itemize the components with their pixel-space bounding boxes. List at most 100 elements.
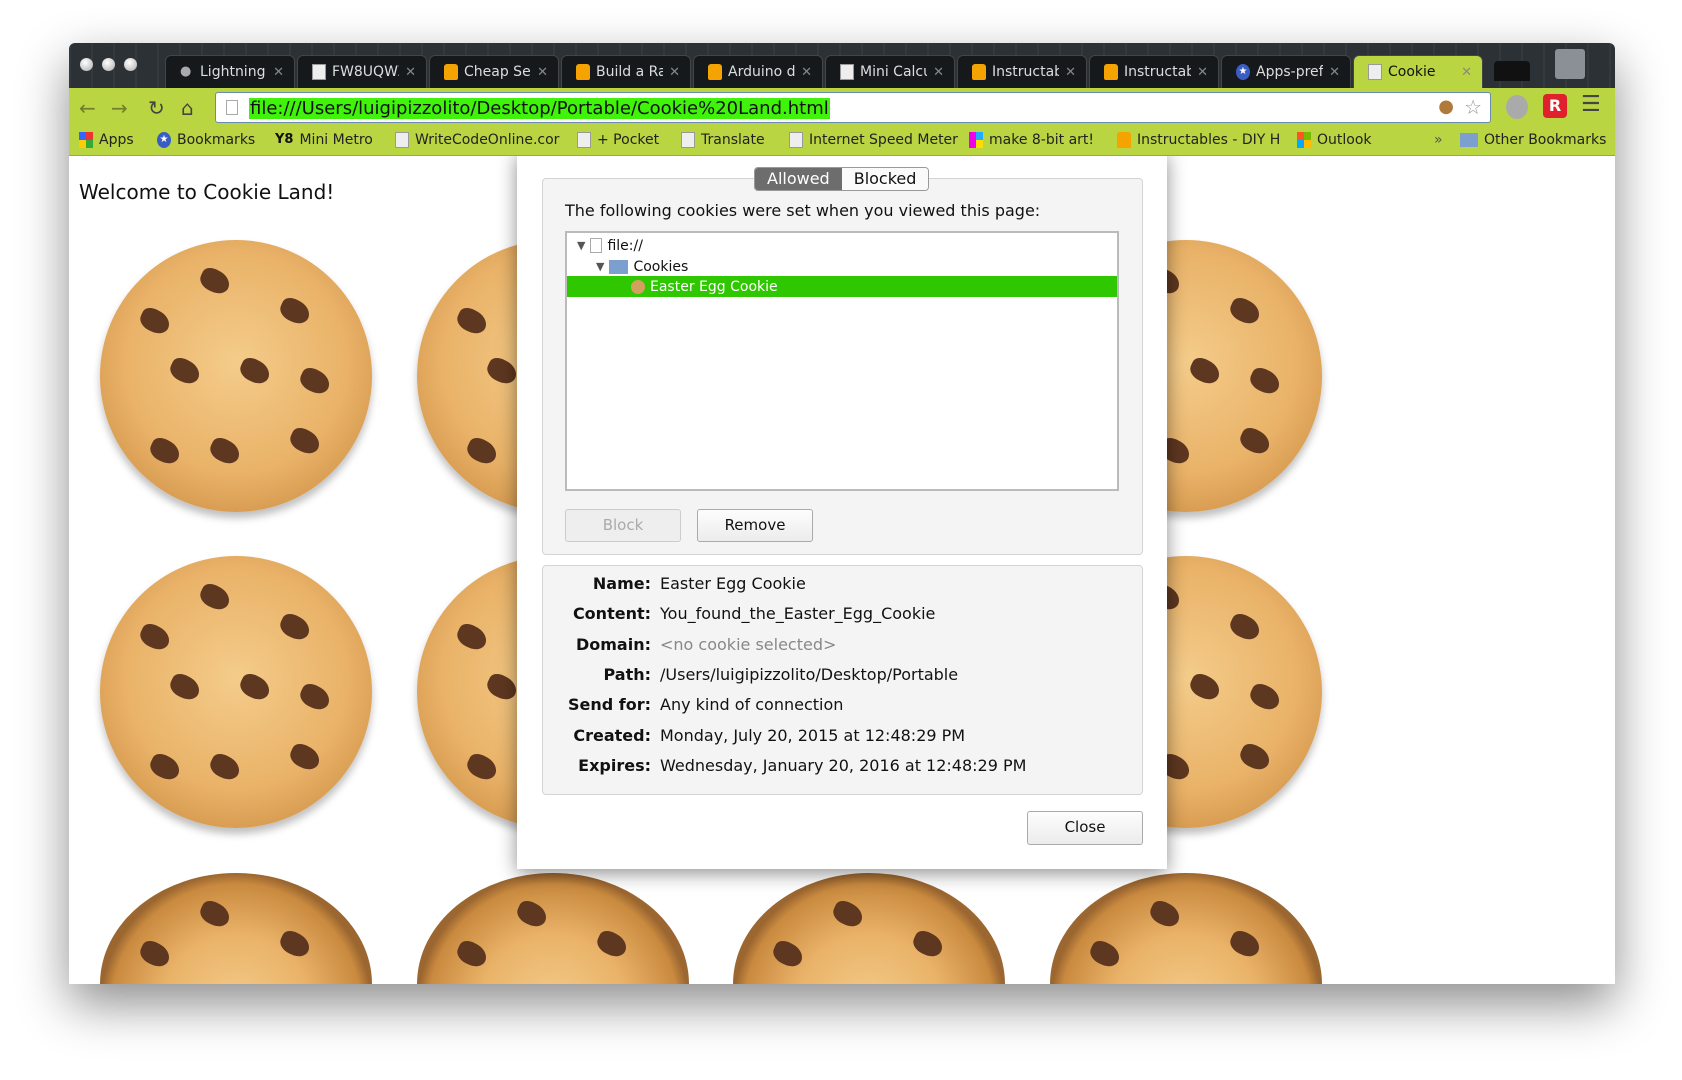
detail-value: Monday, July 20, 2015 at 12:48:29 PM	[660, 725, 966, 745]
blocked-cookie-icon[interactable]: ●	[1438, 96, 1454, 117]
chocolate-chip	[1226, 610, 1264, 644]
bookmarks-bar: Apps ★ Bookmarks Y8 Mini Metro WriteCodeOnlin…	[69, 126, 1615, 156]
tab[interactable]: Instructabl ✕	[1089, 55, 1219, 88]
close-tab-icon[interactable]: ✕	[1197, 65, 1208, 80]
cookies-panel: The following cookies were set when you …	[542, 178, 1143, 555]
bookmark-item[interactable]: + Pocket	[577, 132, 659, 148]
detail-value: Any kind of connection	[660, 695, 844, 715]
address-bar[interactable]: file:///Users/luigipizzolito/Desktop/Por…	[215, 92, 1491, 123]
tab-title: Instructabl	[1124, 64, 1192, 80]
cookie-image	[100, 240, 372, 512]
tab-title: Build a Ran	[596, 64, 664, 80]
bookmark-label: Outlook	[1317, 132, 1372, 148]
close-tab-icon[interactable]: ✕	[1065, 65, 1076, 80]
new-tab-button[interactable]	[1494, 61, 1530, 81]
tab[interactable]: Mini Calcu ✕	[825, 55, 955, 88]
minimize-window-button[interactable]	[102, 58, 115, 71]
tab-title: Arduino de	[728, 64, 796, 80]
expand-triangle-icon[interactable]: ▼	[577, 239, 585, 252]
url-text[interactable]: file:///Users/luigipizzolito/Desktop/Por…	[249, 98, 830, 119]
chocolate-chip	[236, 670, 274, 704]
other-bookmarks[interactable]: Other Bookmarks	[1460, 132, 1606, 148]
close-tab-icon[interactable]: ✕	[405, 65, 416, 80]
tab-title: Mini Calcu	[860, 64, 928, 80]
cookie-image	[733, 873, 1005, 984]
bookmark-label: Apps	[99, 132, 134, 148]
tab[interactable]: ● Lightning t ✕	[165, 55, 295, 88]
tab[interactable]: Build a Ran ✕	[561, 55, 691, 88]
adblock-hand-icon[interactable]	[1506, 95, 1528, 119]
instructables-robot-icon	[1117, 132, 1131, 148]
chocolate-chip	[513, 897, 551, 931]
chocolate-chip	[909, 927, 947, 961]
apple-icon: ●	[180, 64, 192, 79]
bookmark-item[interactable]: WriteCodeOnline.cor	[395, 132, 559, 148]
page-icon	[681, 132, 695, 148]
cookie-image	[417, 873, 689, 984]
tab-allowed[interactable]: Allowed	[755, 168, 842, 190]
tab[interactable]: Arduino de ✕	[693, 55, 823, 88]
windows-logo-icon	[1297, 132, 1311, 148]
bookmarks-overflow-button[interactable]: »	[1434, 132, 1443, 148]
bookmark-item[interactable]: Instructables - DIY H	[1117, 132, 1280, 148]
remove-button[interactable]: Remove	[697, 509, 813, 542]
tree-cookie-label: Easter Egg Cookie	[650, 278, 778, 295]
tab-blocked[interactable]: Blocked	[841, 168, 929, 190]
tab[interactable]: Cookie ✕	[1353, 55, 1483, 88]
avira-extension-icon[interactable]: R	[1543, 94, 1567, 118]
chocolate-chip	[276, 610, 314, 644]
close-button[interactable]: Close	[1027, 811, 1143, 845]
bookmark-item[interactable]: Apps	[79, 132, 134, 148]
cookie-image	[100, 556, 372, 828]
close-tab-icon[interactable]: ✕	[933, 65, 944, 80]
tab[interactable]: ★ Apps-pref ✕	[1221, 55, 1351, 88]
tab[interactable]: Cheap Sen ✕	[429, 55, 559, 88]
close-tab-icon[interactable]: ✕	[801, 65, 812, 80]
detail-label: Expires:	[578, 755, 651, 775]
bookmark-item[interactable]: Y8 Mini Metro	[275, 132, 373, 148]
apps-grid-icon	[79, 132, 93, 148]
chocolate-chip	[296, 680, 334, 714]
reload-button[interactable]: ↻	[148, 96, 165, 120]
forward-button[interactable]: →	[111, 96, 128, 120]
tab[interactable]: Instructabl ✕	[957, 55, 1087, 88]
detail-row: Path: /Users/luigipizzolito/Desktop/Porta…	[543, 665, 1142, 695]
bookmark-item[interactable]: Translate	[681, 132, 765, 148]
block-button[interactable]: Block	[565, 509, 681, 542]
tree-row-cookie[interactable]: Easter Egg Cookie	[567, 276, 1117, 297]
chocolate-chip	[483, 670, 521, 704]
close-tab-icon[interactable]: ✕	[1461, 65, 1472, 80]
page-icon	[395, 132, 409, 148]
close-tab-icon[interactable]: ✕	[669, 65, 680, 80]
cookie-tree[interactable]: ▼ file:// ▼ Cookies Easter Egg Cookie	[565, 231, 1119, 491]
bookmark-label: WriteCodeOnline.cor	[415, 132, 560, 148]
bookmark-item[interactable]: Outlook	[1297, 132, 1372, 148]
bookmark-item[interactable]: Internet Speed Meter	[789, 132, 958, 148]
close-tab-icon[interactable]: ✕	[273, 65, 284, 80]
close-tab-icon[interactable]: ✕	[1329, 65, 1340, 80]
bookmark-item[interactable]: ★ Bookmarks	[157, 132, 255, 148]
tab[interactable]: FW8UQWZ(✕	[297, 55, 427, 88]
expand-triangle-icon[interactable]: ▼	[596, 260, 604, 273]
zoom-window-button[interactable]	[124, 58, 137, 71]
tree-row-root[interactable]: ▼ file://	[567, 235, 1117, 256]
close-tab-icon[interactable]: ✕	[537, 65, 548, 80]
bookmark-item[interactable]: make 8-bit art!	[969, 132, 1094, 148]
close-window-button[interactable]	[80, 58, 93, 71]
chocolate-chip	[146, 750, 184, 784]
page-icon	[789, 132, 803, 148]
chocolate-chip	[276, 927, 314, 961]
chocolate-chip	[166, 670, 204, 704]
detail-label: Path:	[603, 664, 651, 684]
tree-row-folder[interactable]: ▼ Cookies	[567, 256, 1117, 277]
chocolate-chip	[196, 580, 234, 614]
instructables-robot-icon	[444, 64, 458, 80]
menu-icon[interactable]: ☰	[1581, 92, 1601, 117]
home-button[interactable]: ⌂	[181, 96, 194, 120]
back-button[interactable]: ←	[79, 96, 96, 120]
tree-folder-label: Cookies	[633, 258, 689, 275]
bookmark-star-icon[interactable]: ☆	[1464, 95, 1482, 119]
chocolate-chip	[196, 264, 234, 298]
profile-avatar-button[interactable]	[1555, 49, 1585, 79]
instructables-robot-icon	[708, 64, 722, 80]
